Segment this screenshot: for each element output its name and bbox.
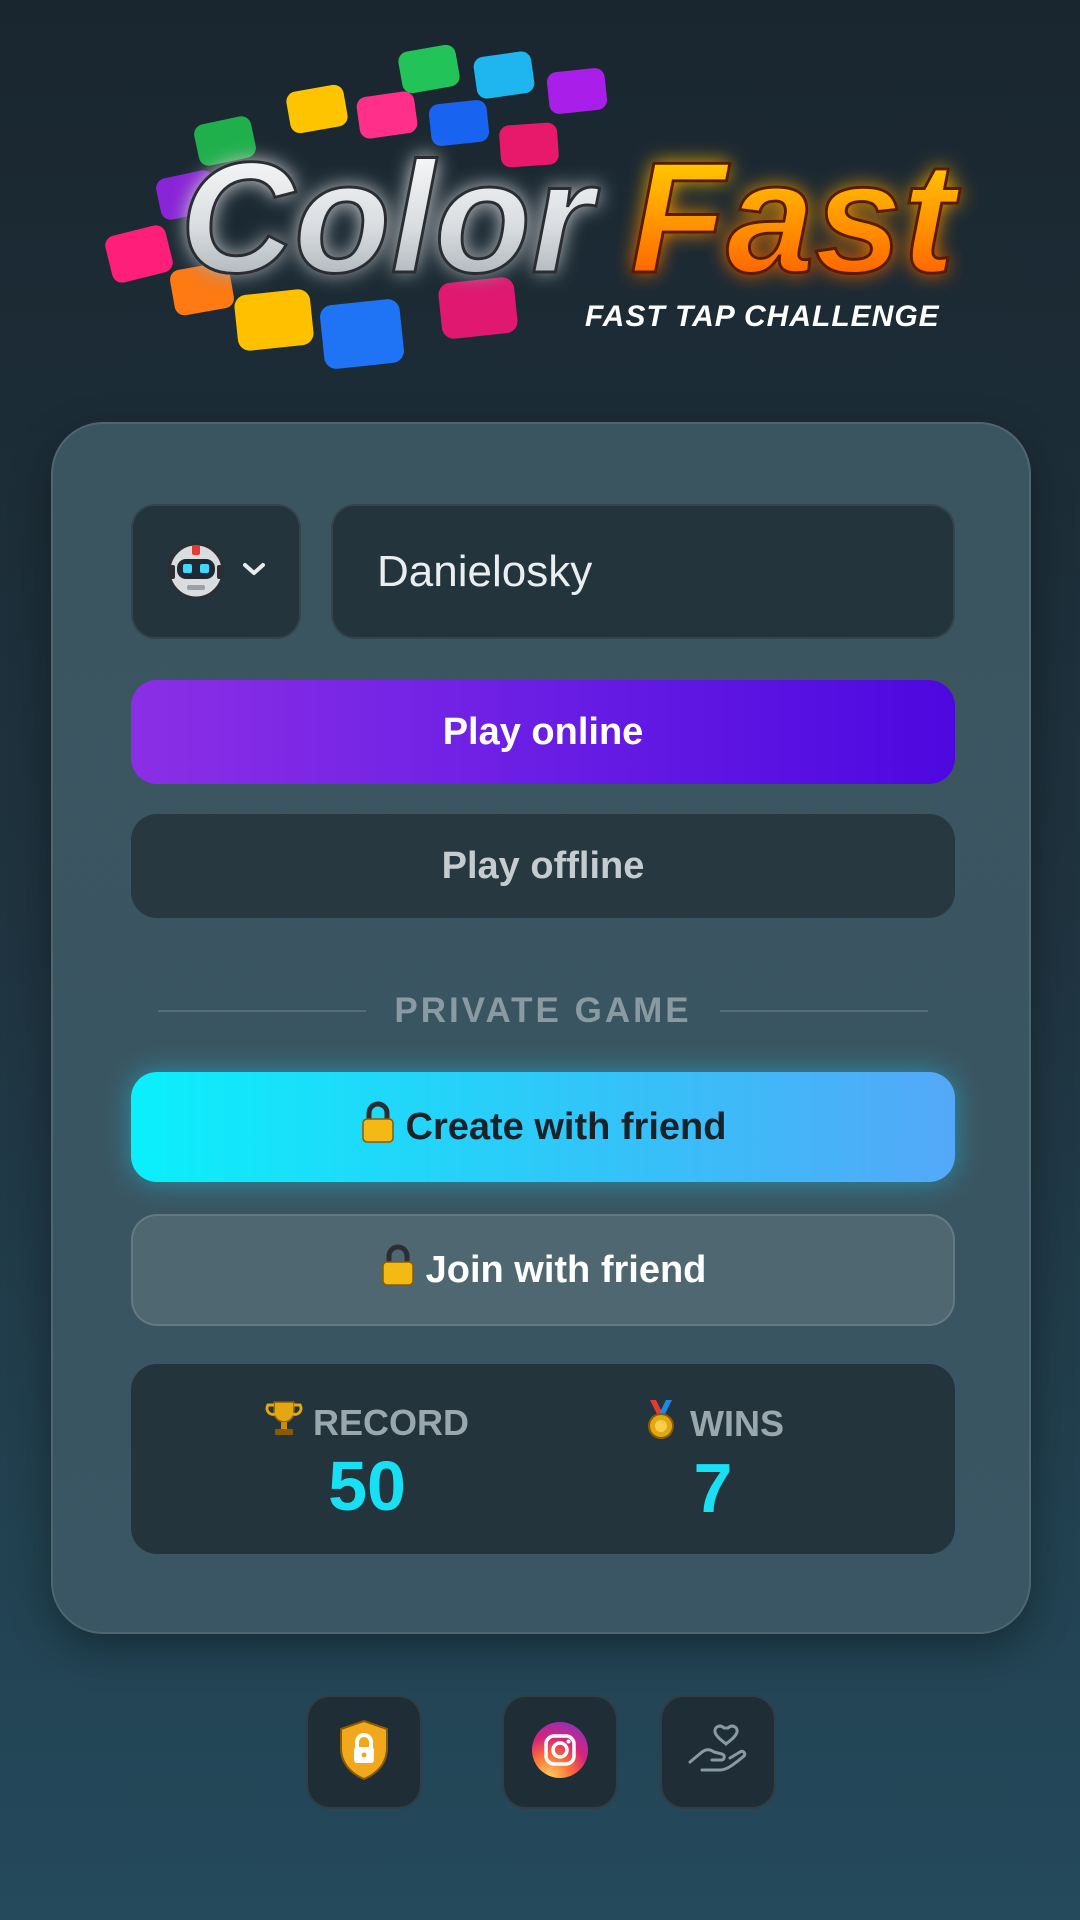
shield-lock-icon [336, 1718, 392, 1787]
play-online-label: Play online [442, 710, 644, 753]
join-with-friend-button[interactable]: Join with friend [131, 1214, 955, 1326]
donate-button[interactable] [660, 1695, 776, 1809]
lock-icon [360, 1100, 396, 1154]
private-game-label: PRIVATE GAME [394, 991, 692, 1030]
divider-line-left [158, 1010, 367, 1012]
logo-word-fast: Fast [630, 130, 961, 306]
stats-panel: RECORD 50 WINS 7 [131, 1364, 955, 1554]
chevron-down-icon [241, 560, 267, 583]
logo-tagline: FAST TAP CHALLENGE [585, 300, 940, 333]
play-offline-label: Play offline [441, 844, 645, 887]
robot-avatar-icon [165, 537, 227, 606]
logo-graphic: Color Fast FAST TAP CHALLENGE [105, 44, 963, 369]
create-with-friend-label: Create with friend [405, 1105, 727, 1148]
record-label: RECORD [312, 1401, 469, 1443]
play-offline-button[interactable]: Play offline [131, 814, 955, 918]
privacy-button[interactable] [306, 1695, 422, 1809]
record-stat: RECORD 50 [217, 1398, 517, 1521]
lock-icon [380, 1243, 416, 1297]
wins-label: WINS [690, 1402, 784, 1444]
player-name-input[interactable] [331, 504, 955, 639]
private-game-divider: PRIVATE GAME [158, 986, 928, 1036]
instagram-button[interactable] [502, 1695, 618, 1809]
wins-stat: WINS 7 [563, 1398, 863, 1523]
join-with-friend-label: Join with friend [425, 1248, 707, 1291]
create-with-friend-button[interactable]: Create with friend [131, 1072, 955, 1182]
avatar-select[interactable] [131, 504, 301, 639]
menu-card: Play online Play offline PRIVATE GAME Cr… [51, 422, 1031, 1634]
medal-icon [642, 1398, 680, 1449]
record-value: 50 [328, 1447, 406, 1525]
play-online-button[interactable]: Play online [131, 680, 955, 784]
wins-value: 7 [693, 1449, 733, 1527]
trophy-icon [265, 1398, 303, 1447]
instagram-icon [530, 1720, 590, 1785]
colorfast-logo: Color Fast FAST TAP CHALLENGE [100, 40, 980, 390]
divider-line-right [719, 1010, 928, 1012]
donate-hand-heart-icon [686, 1722, 750, 1783]
logo-word-color: Color [180, 130, 600, 306]
